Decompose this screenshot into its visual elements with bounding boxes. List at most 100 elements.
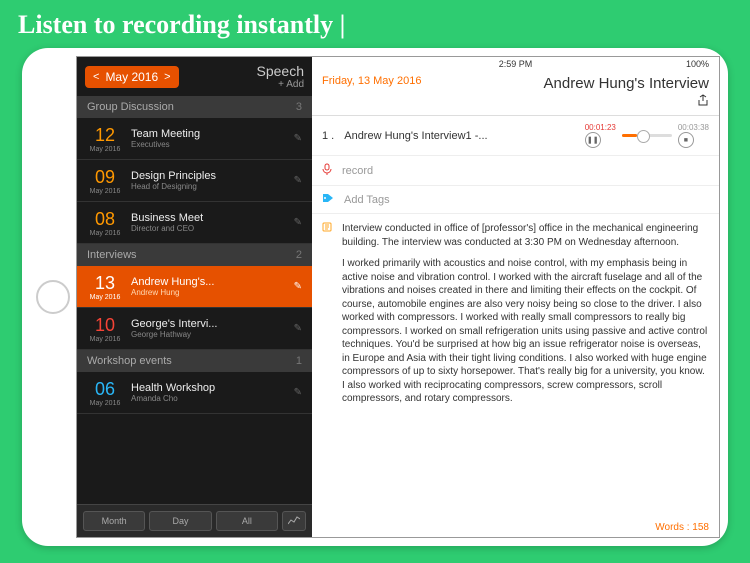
status-battery: 100% [686, 59, 709, 69]
track-number: 1 . [322, 130, 334, 142]
date-number: 13 [83, 273, 127, 294]
edit-icon[interactable]: ✎ [290, 281, 306, 292]
section-title: Workshop events [87, 355, 172, 367]
item-subtitle: Amanda Cho [131, 394, 290, 403]
list-item[interactable]: 10May 2016George's Intervi...George Hath… [77, 308, 312, 350]
device-frame: < May 2016 > Speech + Add Group Discussi… [22, 48, 728, 546]
edit-icon[interactable]: ✎ [290, 175, 306, 186]
filter-month-button[interactable]: Month [83, 511, 145, 531]
edit-icon[interactable]: ✎ [290, 387, 306, 398]
stats-icon[interactable] [282, 511, 306, 531]
entry-title: Andrew Hung's Interview [544, 75, 709, 92]
home-button[interactable] [36, 280, 70, 314]
date-number: 09 [83, 167, 127, 188]
note-intro: Interview conducted in office of [profes… [342, 222, 709, 249]
edit-icon[interactable]: ✎ [290, 217, 306, 228]
track-title: Andrew Hung's Interview1 -... [344, 130, 574, 142]
date-month: May 2016 [83, 294, 127, 301]
date-block: 10May 2016 [83, 315, 127, 343]
record-label: record [342, 165, 373, 177]
tags-row[interactable]: Add Tags [312, 186, 719, 214]
filter-day-button[interactable]: Day [149, 511, 211, 531]
date-block: 12May 2016 [83, 125, 127, 153]
main-content: 2:59 PM 100% Friday, 13 May 2016 Andrew … [312, 57, 719, 537]
audio-player: 00:01:23 ❚❚ 00:03:38 ■ [585, 123, 709, 148]
audio-track-row: 1 . Andrew Hung's Interview1 -... 00:01:… [312, 116, 719, 156]
sidebar-footer: Month Day All [77, 504, 312, 537]
add-button[interactable]: + Add [257, 79, 304, 90]
item-title: George's Intervi... [131, 318, 290, 330]
sidebar-header: < May 2016 > Speech + Add [77, 57, 312, 96]
date-number: 06 [83, 379, 127, 400]
elapsed-time: 00:01:23 [585, 123, 616, 132]
section-title: Interviews [87, 249, 137, 261]
mic-icon [322, 163, 332, 178]
total-time: 00:03:38 [678, 123, 709, 132]
section-header[interactable]: Workshop events 1 [77, 350, 312, 372]
date-block: 06May 2016 [83, 379, 127, 407]
tags-label: Add Tags [344, 194, 390, 206]
date-block: 13May 2016 [83, 273, 127, 301]
edit-icon[interactable]: ✎ [290, 133, 306, 144]
promo-title: Listen to recording instantly | [0, 0, 750, 48]
item-body: Design PrinciplesHead of Designing [127, 170, 290, 191]
item-subtitle: Head of Designing [131, 182, 290, 191]
month-selector[interactable]: < May 2016 > [85, 66, 179, 88]
speech-label: Speech [257, 63, 304, 79]
date-number: 12 [83, 125, 127, 146]
pause-button[interactable]: ❚❚ [585, 132, 601, 148]
item-subtitle: Director and CEO [131, 224, 290, 233]
date-month: May 2016 [83, 146, 127, 153]
list-item[interactable]: 06May 2016Health WorkshopAmanda Cho✎ [77, 372, 312, 414]
date-month: May 2016 [83, 188, 127, 195]
list-item[interactable]: 08May 2016Business MeetDirector and CEO✎ [77, 202, 312, 244]
section-title: Group Discussion [87, 101, 174, 113]
sidebar: < May 2016 > Speech + Add Group Discussi… [77, 57, 312, 537]
note-text: I worked primarily with acoustics and no… [342, 257, 709, 406]
month-label: May 2016 [105, 70, 158, 84]
date-block: 09May 2016 [83, 167, 127, 195]
item-title: Business Meet [131, 212, 290, 224]
section-header[interactable]: Group Discussion 3 [77, 96, 312, 118]
date-number: 08 [83, 209, 127, 230]
date-month: May 2016 [83, 336, 127, 343]
statusbar: 2:59 PM 100% [312, 57, 719, 71]
seek-slider[interactable] [622, 134, 672, 137]
tag-icon [322, 193, 334, 206]
list-item[interactable]: 13May 2016Andrew Hung's...Andrew Hung✎ [77, 266, 312, 308]
date-block: 08May 2016 [83, 209, 127, 237]
item-body: Team MeetingExecutives [127, 128, 290, 149]
date-number: 10 [83, 315, 127, 336]
item-subtitle: Andrew Hung [131, 288, 290, 297]
item-title: Team Meeting [131, 128, 290, 140]
stop-button[interactable]: ■ [678, 132, 694, 148]
date-month: May 2016 [83, 400, 127, 407]
date-month: May 2016 [83, 230, 127, 237]
list-item[interactable]: 09May 2016Design PrinciplesHead of Desig… [77, 160, 312, 202]
item-body: George's Intervi...George Hathway [127, 318, 290, 339]
item-title: Design Principles [131, 170, 290, 182]
section-count: 1 [296, 355, 302, 367]
main-header: Friday, 13 May 2016 Andrew Hung's Interv… [312, 71, 719, 116]
screen: < May 2016 > Speech + Add Group Discussi… [76, 56, 720, 538]
section-header[interactable]: Interviews 2 [77, 244, 312, 266]
note-icon [322, 222, 332, 237]
item-body: Andrew Hung's...Andrew Hung [127, 276, 290, 297]
status-time: 2:59 PM [499, 59, 533, 69]
item-body: Business MeetDirector and CEO [127, 212, 290, 233]
item-title: Andrew Hung's... [131, 276, 290, 288]
section-count: 3 [296, 101, 302, 113]
share-icon[interactable] [544, 94, 709, 109]
edit-icon[interactable]: ✎ [290, 323, 306, 334]
note-body[interactable]: Interview conducted in office of [profes… [312, 214, 719, 518]
list-item[interactable]: 12May 2016Team MeetingExecutives✎ [77, 118, 312, 160]
filter-all-button[interactable]: All [216, 511, 278, 531]
section-count: 2 [296, 249, 302, 261]
next-month-icon[interactable]: > [164, 71, 170, 83]
prev-month-icon[interactable]: < [93, 71, 99, 83]
record-row[interactable]: record [312, 156, 719, 186]
word-count: Words : 158 [312, 518, 719, 537]
item-body: Health WorkshopAmanda Cho [127, 382, 290, 403]
item-title: Health Workshop [131, 382, 290, 394]
entry-date: Friday, 13 May 2016 [322, 75, 421, 87]
